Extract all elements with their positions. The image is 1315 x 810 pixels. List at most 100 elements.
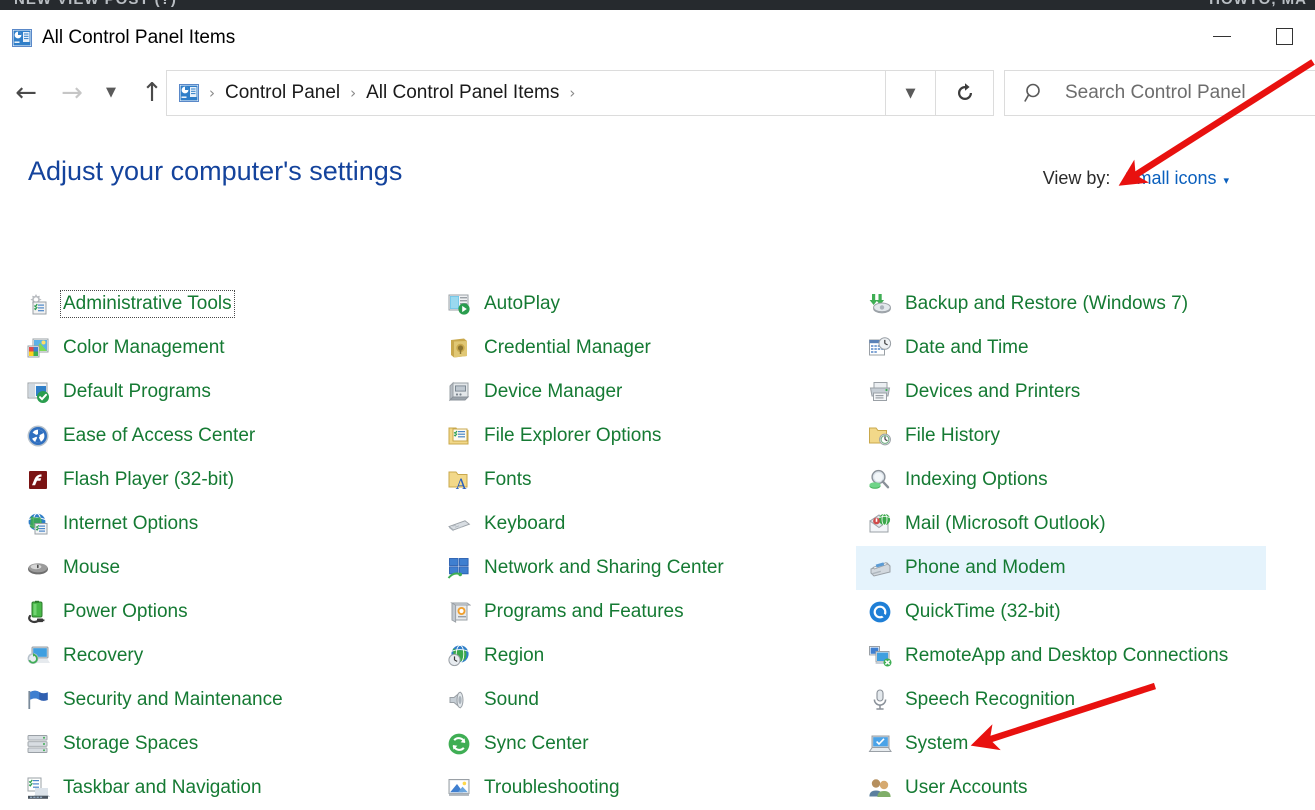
cp-item-label: System — [905, 733, 969, 754]
maximize-button[interactable] — [1253, 10, 1315, 62]
power-options-icon — [26, 600, 50, 624]
cp-item-label: Storage Spaces — [63, 733, 199, 754]
cp-item-label: Device Manager — [484, 381, 623, 402]
cp-item-date-and-time[interactable]: Date and Time — [862, 326, 1272, 370]
cp-item-label: Date and Time — [905, 337, 1029, 358]
cp-item-label: QuickTime (32-bit) — [905, 601, 1061, 622]
mouse-icon — [26, 556, 50, 580]
cp-item-remoteapp-and-desktop-connections[interactable]: RemoteApp and Desktop Connections — [862, 634, 1272, 678]
cp-item-system[interactable]: System — [862, 722, 1272, 766]
cp-item-label: Troubleshooting — [484, 777, 620, 798]
device-manager-icon — [447, 380, 471, 404]
cp-item-troubleshooting[interactable]: Troubleshooting — [441, 766, 861, 810]
cp-item-storage-spaces[interactable]: Storage Spaces — [20, 722, 440, 766]
address-dropdown-button[interactable]: ▼ — [886, 70, 936, 116]
cp-item-devices-and-printers[interactable]: Devices and Printers — [862, 370, 1272, 414]
cp-item-fonts[interactable]: A Fonts — [441, 458, 861, 502]
recovery-icon — [26, 644, 50, 668]
cp-item-quicktime[interactable]: QuickTime (32-bit) — [862, 590, 1272, 634]
items-column-1: Administrative Tools Color Management De… — [20, 282, 440, 810]
cp-item-file-history[interactable]: File History — [862, 414, 1272, 458]
items-column-3: Backup and Restore (Windows 7) Date and … — [856, 282, 1272, 810]
cp-item-autoplay[interactable]: AutoPlay — [441, 282, 861, 326]
refresh-icon — [954, 82, 976, 104]
cp-item-label: RemoteApp and Desktop Connections — [905, 645, 1229, 666]
breadcrumb-separator: › — [209, 84, 215, 102]
cp-item-administrative-tools[interactable]: Administrative Tools — [20, 282, 440, 326]
clipped-browser-right-text: HOWTO, MA — [1209, 0, 1307, 8]
minimize-icon — [1213, 35, 1231, 37]
breadcrumb-item-all-control-panel-items[interactable]: All Control Panel Items — [366, 82, 559, 104]
arrow-up-icon: ↑ — [141, 77, 163, 108]
cp-item-color-management[interactable]: Color Management — [20, 326, 440, 370]
cp-item-label: Administrative Tools — [60, 290, 235, 318]
chevron-down-icon[interactable]: ▾ — [1223, 174, 1229, 187]
cp-item-credential-manager[interactable]: Credential Manager — [441, 326, 861, 370]
search-input[interactable] — [1063, 81, 1307, 105]
network-sharing-icon — [447, 556, 471, 580]
administrative-tools-icon — [26, 292, 50, 316]
cp-item-speech-recognition[interactable]: Speech Recognition — [862, 678, 1272, 722]
cp-item-label: Region — [484, 645, 545, 666]
search-icon — [1023, 81, 1047, 105]
cp-item-file-explorer-options[interactable]: File Explorer Options — [441, 414, 861, 458]
title-bar: All Control Panel Items — [0, 10, 1315, 62]
back-button[interactable]: ← — [4, 62, 48, 123]
cp-item-ease-of-access-center[interactable]: Ease of Access Center — [20, 414, 440, 458]
cp-item-label: File Explorer Options — [484, 425, 662, 446]
breadcrumb-separator: › — [569, 84, 576, 102]
backup-restore-icon — [868, 292, 892, 316]
search-box[interactable] — [1004, 70, 1315, 116]
cp-item-label: Security and Maintenance — [63, 689, 283, 710]
cp-item-label: File History — [905, 425, 1001, 446]
cp-item-recovery[interactable]: Recovery — [20, 634, 440, 678]
file-explorer-options-icon — [447, 424, 471, 448]
minimize-button[interactable] — [1191, 10, 1253, 62]
cp-item-internet-options[interactable]: Internet Options — [20, 502, 440, 546]
cp-item-indexing-options[interactable]: Indexing Options — [862, 458, 1272, 502]
control-panel-window: NEW VIEW POST (?) HOWTO, MA All Control … — [0, 0, 1315, 805]
cp-item-sync-center[interactable]: Sync Center — [441, 722, 861, 766]
cp-item-default-programs[interactable]: Default Programs — [20, 370, 440, 414]
cp-item-network-and-sharing-center[interactable]: Network and Sharing Center — [441, 546, 861, 590]
keyboard-icon — [447, 512, 471, 536]
cp-item-power-options[interactable]: Power Options — [20, 590, 440, 634]
cp-item-flash-player[interactable]: Flash Player (32-bit) — [20, 458, 440, 502]
cp-item-user-accounts[interactable]: User Accounts — [862, 766, 1272, 810]
indexing-options-icon — [868, 468, 892, 492]
cp-item-region[interactable]: Region — [441, 634, 861, 678]
breadcrumb-item-control-panel[interactable]: Control Panel — [225, 82, 340, 104]
cp-item-label: Backup and Restore (Windows 7) — [905, 293, 1189, 314]
cp-item-taskbar-and-navigation[interactable]: Taskbar and Navigation — [20, 766, 440, 810]
cp-item-label: Devices and Printers — [905, 381, 1081, 402]
view-by-value[interactable]: Small icons — [1124, 168, 1216, 189]
default-programs-icon — [26, 380, 50, 404]
programs-features-icon — [447, 600, 471, 624]
cp-item-mail[interactable]: Mail (Microsoft Outlook) — [862, 502, 1272, 546]
cp-item-device-manager[interactable]: Device Manager — [441, 370, 861, 414]
cp-item-sound[interactable]: Sound — [441, 678, 861, 722]
cp-item-programs-and-features[interactable]: Programs and Features — [441, 590, 861, 634]
address-bar[interactable]: › Control Panel › All Control Panel Item… — [166, 70, 886, 116]
recent-locations-button[interactable]: ▼ — [96, 62, 126, 123]
cp-item-label: Power Options — [63, 601, 188, 622]
refresh-button[interactable] — [936, 70, 994, 116]
cp-item-label: Keyboard — [484, 513, 566, 534]
security-maintenance-icon — [26, 688, 50, 712]
cp-item-label: Color Management — [63, 337, 225, 358]
window-controls — [1191, 10, 1315, 62]
window-title: All Control Panel Items — [42, 27, 236, 48]
file-history-icon — [868, 424, 892, 448]
internet-options-icon — [26, 512, 50, 536]
cp-item-security-and-maintenance[interactable]: Security and Maintenance — [20, 678, 440, 722]
ease-of-access-icon — [26, 424, 50, 448]
cp-item-label: Taskbar and Navigation — [63, 777, 262, 798]
cp-item-label: Recovery — [63, 645, 144, 666]
cp-item-mouse[interactable]: Mouse — [20, 546, 440, 590]
cp-item-keyboard[interactable]: Keyboard — [441, 502, 861, 546]
cp-item-backup-and-restore[interactable]: Backup and Restore (Windows 7) — [862, 282, 1272, 326]
control-panel-icon — [12, 29, 32, 47]
chevron-down-icon: ▼ — [106, 85, 116, 100]
cp-item-phone-and-modem[interactable]: Phone and Modem — [856, 546, 1266, 590]
forward-button[interactable]: → — [50, 62, 94, 123]
